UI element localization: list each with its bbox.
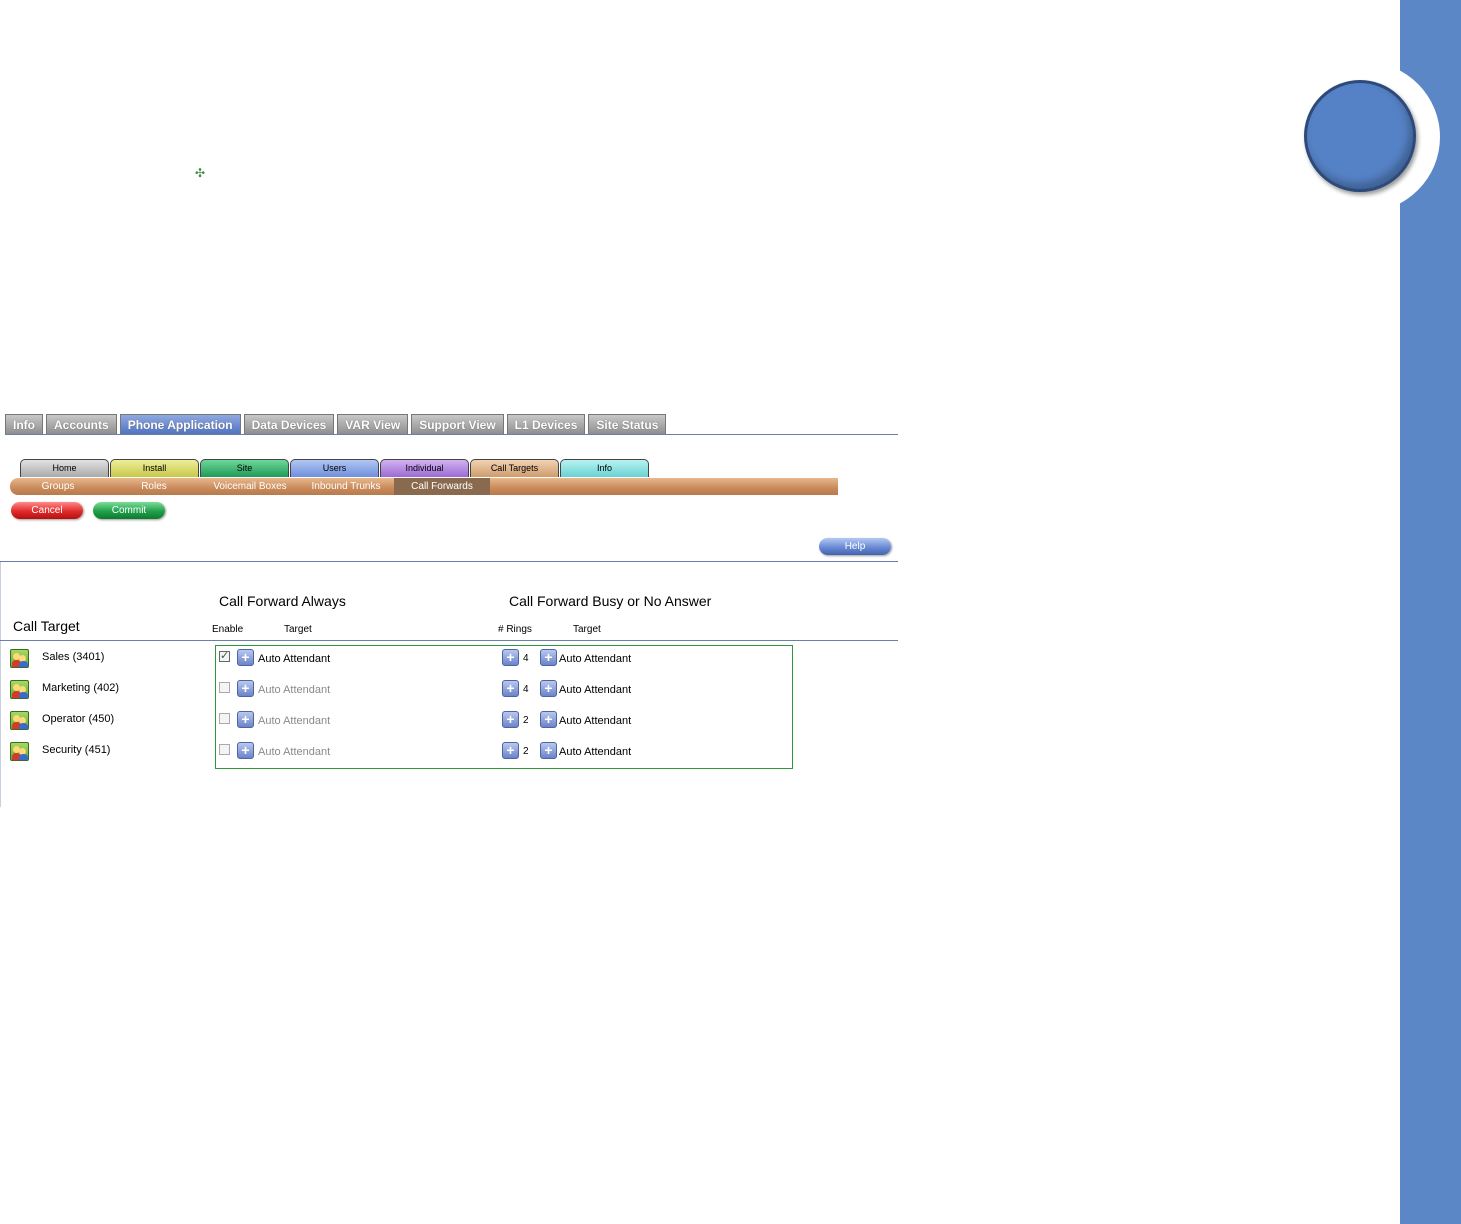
- plus-icon[interactable]: +: [502, 742, 519, 759]
- call-target-name: Sales (3401): [42, 651, 105, 663]
- side-decoration-circle: [1304, 80, 1416, 192]
- plus-icon[interactable]: +: [540, 649, 557, 666]
- category-tab-individual[interactable]: Individual: [380, 459, 469, 477]
- always-target-value: Auto Attendant: [258, 715, 331, 727]
- table-row: Operator (450) + Auto Attendant + 2 + Au…: [0, 711, 898, 735]
- plus-icon[interactable]: +: [237, 742, 254, 759]
- category-tab-info[interactable]: Info: [560, 459, 649, 477]
- always-target-value: Auto Attendant: [258, 653, 331, 665]
- group-icon: [10, 680, 29, 699]
- table-header-divider: [0, 640, 898, 641]
- busy-target-value: Auto Attendant: [559, 715, 632, 727]
- plus-icon[interactable]: +: [237, 711, 254, 728]
- sub-tab-call-forwards[interactable]: Call Forwards: [394, 478, 490, 495]
- sub-tab-voicemail-boxes[interactable]: Voicemail Boxes: [202, 478, 298, 495]
- group-icon: [10, 742, 29, 761]
- tab-info[interactable]: Info: [5, 414, 43, 434]
- call-target-name: Operator (450): [42, 713, 115, 725]
- section-divider: [0, 561, 898, 562]
- busy-target-value: Auto Attendant: [559, 684, 632, 696]
- category-tab-install[interactable]: Install: [110, 459, 199, 477]
- cf-always-heading: Call Forward Always: [219, 593, 346, 609]
- call-target-name: Marketing (402): [42, 682, 120, 694]
- col-target-header: Target: [284, 624, 312, 635]
- cancel-button[interactable]: Cancel: [11, 502, 83, 519]
- rings-value: 2: [523, 715, 529, 726]
- plus-icon[interactable]: +: [502, 680, 519, 697]
- cf-busy-heading: Call Forward Busy or No Answer: [509, 593, 712, 609]
- category-tab-call-targets[interactable]: Call Targets: [470, 459, 559, 477]
- col-enable-header: Enable: [212, 624, 244, 635]
- enable-checkbox[interactable]: [219, 682, 230, 693]
- group-icon: [10, 711, 29, 730]
- rings-value: 4: [523, 684, 529, 695]
- sub-tab-roles[interactable]: Roles: [106, 478, 202, 495]
- category-tab-site[interactable]: Site: [200, 459, 289, 477]
- tab-l1-devices[interactable]: L1 Devices: [506, 414, 586, 434]
- plus-icon[interactable]: +: [502, 711, 519, 728]
- call-target-name: Security (451): [42, 744, 111, 756]
- busy-target-value: Auto Attendant: [559, 653, 632, 665]
- enable-checkbox[interactable]: [219, 744, 230, 755]
- table-row: Security (451) + Auto Attendant + 2 + Au…: [0, 742, 898, 766]
- group-icon: [10, 649, 29, 668]
- category-tabs: Home Install Site Users Individual Call …: [20, 459, 650, 477]
- tab-accounts[interactable]: Accounts: [46, 414, 117, 434]
- plus-icon[interactable]: +: [540, 742, 557, 759]
- tab-var-view[interactable]: VAR View: [337, 414, 409, 434]
- sub-tab-bar: Groups Roles Voicemail Boxes Inbound Tru…: [10, 478, 838, 495]
- table-row: Sales (3401) ✓ + Auto Attendant + 4 + Au…: [0, 649, 898, 673]
- call-target-heading: Call Target: [13, 618, 80, 634]
- col-target2-header: Target: [573, 624, 601, 635]
- commit-button[interactable]: Commit: [93, 502, 165, 519]
- sub-tab-inbound-trunks[interactable]: Inbound Trunks: [298, 478, 394, 495]
- help-button[interactable]: Help: [819, 538, 891, 555]
- always-target-value: Auto Attendant: [258, 684, 331, 696]
- plus-icon[interactable]: +: [502, 649, 519, 666]
- category-tab-users[interactable]: Users: [290, 459, 379, 477]
- table-row: Marketing (402) + Auto Attendant + 4 + A…: [0, 680, 898, 704]
- enable-checkbox[interactable]: [219, 713, 230, 724]
- plus-icon[interactable]: +: [540, 680, 557, 697]
- enable-checkbox[interactable]: ✓: [219, 651, 230, 662]
- sub-tab-groups[interactable]: Groups: [10, 478, 106, 495]
- tab-phone-application[interactable]: Phone Application: [119, 414, 241, 435]
- top-divider: [5, 434, 898, 435]
- move-icon: ✣: [194, 166, 206, 180]
- col-rings-header: # Rings: [498, 624, 532, 635]
- plus-icon[interactable]: +: [540, 711, 557, 728]
- plus-icon[interactable]: +: [237, 649, 254, 666]
- checkmark-icon: ✓: [220, 650, 230, 662]
- tab-support-view[interactable]: Support View: [411, 414, 504, 434]
- tab-site-status[interactable]: Site Status: [588, 414, 667, 434]
- top-nav-tabs: Info Accounts Phone Application Data Dev…: [5, 414, 667, 435]
- category-tab-home[interactable]: Home: [20, 459, 109, 477]
- rings-value: 2: [523, 746, 529, 757]
- always-target-value: Auto Attendant: [258, 746, 331, 758]
- busy-target-value: Auto Attendant: [559, 746, 632, 758]
- tab-data-devices[interactable]: Data Devices: [243, 414, 335, 434]
- plus-icon[interactable]: +: [237, 680, 254, 697]
- rings-value: 4: [523, 653, 529, 664]
